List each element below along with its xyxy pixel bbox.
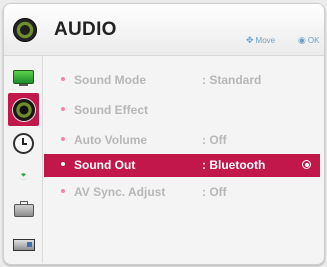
move-hint: ✥ Move xyxy=(246,35,275,46)
category-sidebar: ◔ xyxy=(6,56,43,263)
sidebar-item-audio[interactable] xyxy=(8,93,39,126)
ok-hint: ◉ OK xyxy=(298,35,319,46)
page-title: AUDIO xyxy=(54,19,117,40)
menu-item-value: : Standard xyxy=(202,73,262,87)
menu-item-label: Auto Volume xyxy=(74,133,148,147)
bullet-icon xyxy=(61,137,65,141)
menu-item-label: AV Sync. Adjust xyxy=(74,185,166,199)
menu-item-label: Sound Effect xyxy=(74,103,148,117)
wifi-icon: ◔ xyxy=(13,166,33,186)
menu-item-sound-mode[interactable]: Sound Mode : Standard xyxy=(44,69,320,92)
bullet-icon xyxy=(61,107,65,111)
menu-item-label: Sound Mode xyxy=(74,73,146,87)
menu-header: AUDIO ✥ Move ◉ OK xyxy=(4,4,324,56)
menu-item-value: : Off xyxy=(202,133,227,147)
monitor-icon xyxy=(13,69,34,86)
bullet-icon xyxy=(61,189,65,193)
briefcase-icon xyxy=(13,201,34,217)
menu-item-value: : Off xyxy=(202,185,227,199)
speaker-icon xyxy=(13,18,37,42)
sidebar-item-network[interactable]: ◔ xyxy=(8,160,39,193)
menu-item-sound-out[interactable]: Sound Out : Bluetooth xyxy=(44,154,320,177)
input-device-icon xyxy=(12,238,35,251)
sidebar-item-option[interactable] xyxy=(8,194,39,227)
audio-menu-window: AUDIO ✥ Move ◉ OK ◔ Sound Mode : Standard … xyxy=(3,3,325,265)
move-hint-label: Move xyxy=(255,36,276,45)
ok-button-icon: ◉ xyxy=(298,35,306,45)
bullet-icon xyxy=(61,77,65,81)
sidebar-item-time[interactable] xyxy=(8,127,39,160)
bullet-icon xyxy=(61,162,65,166)
menu-item-av-sync-adjust[interactable]: AV Sync. Adjust : Off xyxy=(44,181,320,204)
menu-item-label: Sound Out xyxy=(74,158,136,172)
menu-item-sound-effect[interactable]: Sound Effect xyxy=(44,99,320,122)
radio-dot-icon xyxy=(304,162,309,167)
sidebar-item-input[interactable] xyxy=(8,228,39,261)
ok-hint-label: OK xyxy=(307,36,320,45)
move-arrows-icon: ✥ xyxy=(246,35,254,45)
speaker-icon xyxy=(12,98,35,121)
radio-selected-icon xyxy=(302,160,311,169)
menu-item-value: : Bluetooth xyxy=(202,158,266,172)
clock-icon xyxy=(13,133,34,154)
sidebar-item-picture[interactable] xyxy=(8,60,39,93)
menu-item-auto-volume[interactable]: Auto Volume : Off xyxy=(44,129,320,152)
